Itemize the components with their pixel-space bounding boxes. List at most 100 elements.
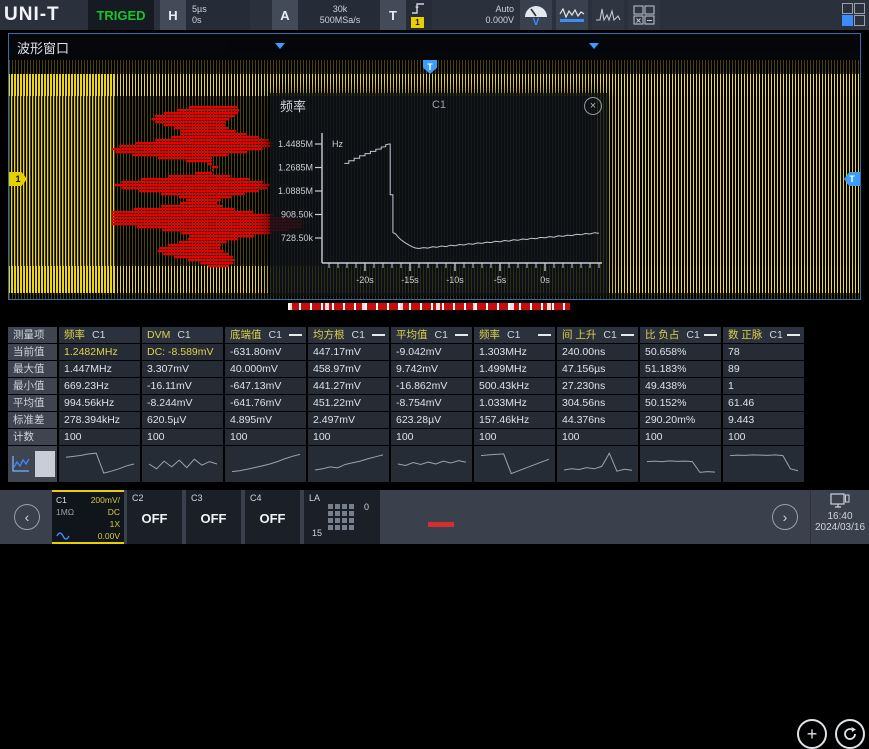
- measurement-table: 测量项当前值最大值最小值平均值标准差计数频率C11.2482MHz1.447MH…: [8, 327, 806, 482]
- measure-trend-thumbnail[interactable]: [225, 446, 306, 482]
- fft-wave-icon: [595, 6, 621, 24]
- channel3-box[interactable]: C3 OFF: [186, 490, 241, 544]
- layout-square-icon: [854, 15, 865, 26]
- measure-row-label: 计数: [8, 429, 57, 445]
- trigger-menu-button[interactable]: T: [380, 0, 406, 30]
- channel1-box[interactable]: C1 200mV/ 1MΩ DC 1X 0.00V: [52, 490, 124, 544]
- measure-trend-thumbnail[interactable]: [59, 446, 140, 482]
- measure-cell: 89: [723, 361, 804, 377]
- la-bit-square: [349, 518, 354, 523]
- measure-column-header[interactable]: DVMC1: [142, 327, 223, 343]
- popup-titlebar[interactable]: 频率 C1 ×: [270, 93, 608, 117]
- trend-chart-icon[interactable]: [11, 454, 31, 474]
- measure-cell: 500.43kHz: [474, 378, 555, 394]
- measure-column-header[interactable]: 底端值C1: [225, 327, 306, 343]
- logic-analyzer-box[interactable]: LA 0 15: [304, 490, 380, 544]
- measure-cell: 40.000mV: [225, 361, 306, 377]
- measure-cell: 441.27mV: [308, 378, 389, 394]
- measure-cell: 1.2482MHz: [59, 344, 140, 360]
- la-bit-square: [349, 511, 354, 516]
- acquire-menu-button[interactable]: A: [272, 0, 298, 30]
- horizontal-settings[interactable]: 5µs 0s: [186, 0, 250, 30]
- measure-trend-thumbnail[interactable]: [640, 446, 721, 482]
- add-measurement-button[interactable]: +: [797, 719, 827, 749]
- refresh-statistics-button[interactable]: [835, 719, 865, 749]
- measure-button[interactable]: [556, 0, 588, 30]
- measure-column-header[interactable]: 频率C1: [474, 327, 555, 343]
- ch1-impedance: 1MΩ: [56, 506, 74, 518]
- measure-trend-thumbnail[interactable]: [723, 446, 804, 482]
- next-page-button[interactable]: ›: [772, 504, 798, 530]
- measure-cell: 100: [474, 429, 555, 445]
- measure-cell: 100: [640, 429, 721, 445]
- frequency-trend-chart: 1.4485M1.2685M1.0885M908.50k728.50kHz-20…: [270, 117, 608, 296]
- svg-text:0s: 0s: [540, 275, 550, 285]
- svg-text:1.0885M: 1.0885M: [278, 186, 313, 196]
- close-icon[interactable]: ×: [584, 97, 602, 115]
- la-bit-square: [349, 504, 354, 509]
- measure-column-header[interactable]: 间 上升C1: [557, 327, 638, 343]
- fft-button[interactable]: [592, 0, 624, 30]
- channel4-box[interactable]: C4 OFF: [245, 490, 300, 544]
- measure-trend-thumbnail[interactable]: [474, 446, 555, 482]
- measure-cell: 157.46kHz: [474, 412, 555, 428]
- oscilloscope-screen: { "colors":{"accent_yellow":"#e8d000","t…: [0, 0, 869, 544]
- svg-text:728.50k: 728.50k: [281, 233, 314, 243]
- ch4-label: C4: [250, 493, 295, 503]
- measure-cell: DC: -8.589mV: [142, 344, 223, 360]
- stat-line-icon: [787, 334, 800, 336]
- measure-cell: 3.307mV: [142, 361, 223, 377]
- measure-column-header[interactable]: 比 负占C1: [640, 327, 721, 343]
- acquire-settings[interactable]: 30k 500MSa/s: [298, 0, 382, 30]
- measure-column-header[interactable]: 均方根C1: [308, 327, 389, 343]
- measure-wave-icon: [559, 6, 585, 24]
- chevron-down-icon[interactable]: [589, 43, 599, 49]
- waveform-display-area[interactable]: 1 T T 频率 C1 × 1.4485M1.2685M1.0885M908.5…: [9, 60, 860, 299]
- measure-column-header[interactable]: 数 正脉C1: [723, 327, 804, 343]
- measure-cell: 9.742mV: [391, 361, 472, 377]
- chevron-down-icon[interactable]: [275, 43, 285, 49]
- horizontal-offset: 0s: [192, 15, 244, 26]
- horizontal-scale: 5µs: [192, 4, 244, 15]
- measure-cell: 100: [59, 429, 140, 445]
- svg-text:-15s: -15s: [401, 275, 419, 285]
- la-first-channel: 0: [364, 502, 369, 512]
- minimized-indicator[interactable]: [428, 522, 454, 527]
- la-channel-grid-icon: [328, 504, 358, 530]
- measure-cell: 240.00ns: [557, 344, 638, 360]
- calculator-button[interactable]: [628, 0, 660, 30]
- trend-select-button[interactable]: [35, 451, 55, 477]
- prev-page-button[interactable]: ‹: [14, 504, 40, 530]
- window-layout-button[interactable]: [842, 3, 866, 27]
- measure-cell: 669.23Hz: [59, 378, 140, 394]
- measure-cell: 100: [308, 429, 389, 445]
- la-bit-square: [342, 525, 347, 530]
- trigger-settings[interactable]: 1: [406, 0, 432, 30]
- la-bit-square: [342, 518, 347, 523]
- measure-trend-thumbnail[interactable]: [557, 446, 638, 482]
- measure-cell: 27.230ns: [557, 378, 638, 394]
- measure-trend-thumbnail[interactable]: [308, 446, 389, 482]
- waveform-window-title: 波形窗口: [17, 38, 69, 57]
- measure-cell: 51.183%: [640, 361, 721, 377]
- measure-trend-thumbnail[interactable]: [142, 446, 223, 482]
- dvm-button[interactable]: V: [520, 0, 552, 30]
- measure-row-label: 平均值: [8, 395, 57, 411]
- measure-cell: 50.658%: [640, 344, 721, 360]
- top-status-bar: UNI-T TRIGED H 5µs 0s A 30k 500MSa/s T 1…: [0, 0, 869, 30]
- measure-cell: 304.56ns: [557, 395, 638, 411]
- frequency-trend-popup[interactable]: 频率 C1 × 1.4485M1.2685M1.0885M908.50k728.…: [270, 93, 608, 296]
- waveform-window-dropdown-bar[interactable]: [227, 41, 855, 52]
- measure-column-header[interactable]: 平均值C1: [391, 327, 472, 343]
- measure-column-header[interactable]: 频率C1: [59, 327, 140, 343]
- la-bit-square: [328, 504, 333, 509]
- measure-cell: 100: [723, 429, 804, 445]
- ch1-offset: 0.00V: [98, 530, 120, 542]
- ch3-state: OFF: [191, 511, 236, 526]
- measure-cell: 278.394kHz: [59, 412, 140, 428]
- measure-trend-thumbnail[interactable]: [391, 446, 472, 482]
- channel2-box[interactable]: C2 OFF: [127, 490, 182, 544]
- horizontal-menu-button[interactable]: H: [160, 0, 186, 30]
- stat-line-icon: [538, 334, 551, 336]
- measure-cell: 78: [723, 344, 804, 360]
